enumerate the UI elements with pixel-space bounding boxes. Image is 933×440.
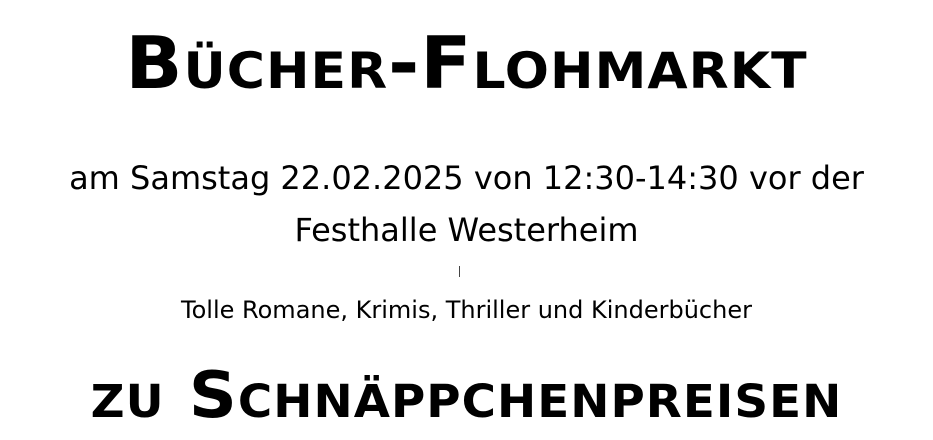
text-cursor-mark [459,266,460,277]
bargain-prices-headline: zu Schnäppchenpreisen [90,359,843,433]
flyer-headline: Bücher-Flohmarkt [125,21,808,105]
event-date-time-line: am Samstag 22.02.2025 von 12:30-14:30 vo… [69,159,864,197]
event-details: am Samstag 22.02.2025 von 12:30-14:30 vo… [0,152,933,256]
event-location-line: Festhalle Westerheim [294,211,639,249]
book-genres-line: Tolle Romane, Krimis, Thriller und Kinde… [181,296,752,324]
flyer-page: Bücher-Flohmarkt am Samstag 22.02.2025 v… [0,0,933,440]
